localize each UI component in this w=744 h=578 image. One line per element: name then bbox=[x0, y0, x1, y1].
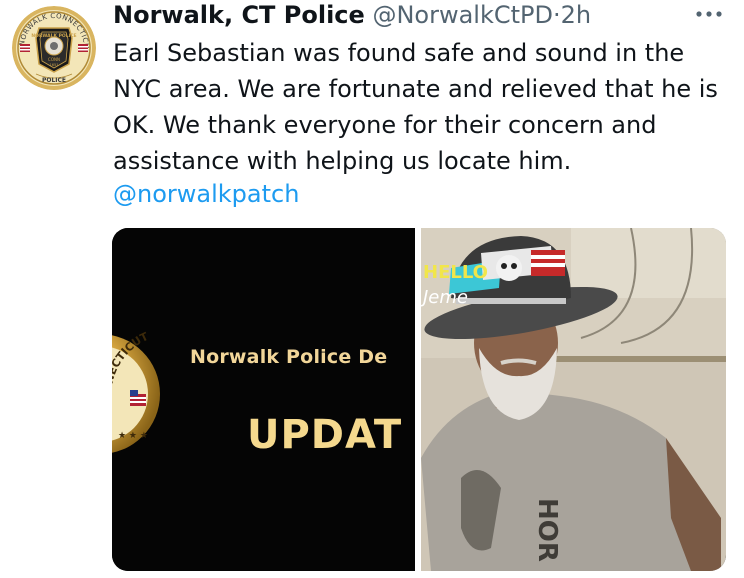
shirt-text: HOR bbox=[532, 498, 562, 562]
police-badge-logo: NORWALK CONNECTICUT NORWALK POLICE CONN … bbox=[12, 6, 96, 90]
badge-bottom-text: POLICE bbox=[42, 77, 66, 84]
svg-text:★ ★ ★: ★ ★ ★ bbox=[118, 431, 148, 441]
media-image-update-graphic[interactable]: ONNECTICUT ★ ★ ★ Norwalk Police De UPDAT bbox=[112, 228, 415, 571]
badge-center-text: NORWALK POLICE bbox=[31, 33, 76, 39]
separator-dot: · bbox=[552, 1, 561, 29]
hat-text-2: Jeme bbox=[421, 287, 468, 308]
more-horizontal-icon bbox=[696, 11, 722, 17]
graphic-headline: UPDAT bbox=[247, 412, 403, 458]
author-handle[interactable]: @NorwalkCtPD bbox=[372, 1, 553, 29]
mention-link[interactable]: @norwalkpatch bbox=[113, 178, 299, 210]
more-options-button[interactable] bbox=[692, 4, 726, 24]
graphic-title: Norwalk Police De bbox=[190, 346, 388, 368]
badge-year-text: 1651 bbox=[50, 63, 59, 67]
man-in-cowboy-hat-photo: HOR HELLO Jeme bbox=[421, 228, 726, 571]
author-avatar[interactable]: NORWALK CONNECTICUT NORWALK POLICE CONN … bbox=[12, 6, 96, 90]
timestamp[interactable]: 2h bbox=[561, 1, 591, 29]
department-seal-image: ONNECTICUT ★ ★ ★ bbox=[112, 330, 160, 453]
tweet-media[interactable]: ONNECTICUT ★ ★ ★ Norwalk Police De UPDAT… bbox=[112, 228, 726, 571]
tweet-header: Norwalk, CT Police @NorwalkCtPD·2h bbox=[113, 0, 591, 34]
badge-conn-text: CONN bbox=[48, 57, 60, 62]
author-name[interactable]: Norwalk, CT Police bbox=[113, 1, 365, 29]
hat-text: HELLO bbox=[423, 262, 488, 283]
media-image-photo[interactable]: HOR HELLO Jeme bbox=[421, 228, 726, 571]
tweet-text: Earl Sebastian was found safe and sound … bbox=[113, 39, 718, 175]
